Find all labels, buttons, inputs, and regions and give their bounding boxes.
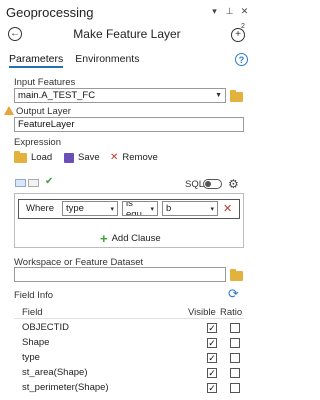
input-features-combobox[interactable]: main.A_TEST_FC ▼ — [14, 88, 226, 103]
save-icon — [64, 152, 74, 163]
ratio-checkbox[interactable] — [230, 353, 240, 363]
chevron-down-icon: ▾ — [210, 205, 214, 213]
remove-button[interactable]: ✕ Remove — [110, 152, 158, 163]
visible-checkbox[interactable]: ✓ — [207, 338, 217, 348]
title-bar-controls: ▾ ⊥ ✕ — [209, 6, 250, 17]
operator-select[interactable]: is equ ▾ — [122, 201, 158, 216]
tab-bar: Parameters Environments — [9, 53, 139, 68]
chevron-down-icon: ▾ — [110, 205, 114, 213]
field-column-header: Field — [22, 307, 43, 318]
ratio-column-header: Ratio — [220, 307, 243, 318]
field-select[interactable]: type ▾ — [62, 201, 118, 216]
tab-parameters[interactable]: Parameters — [9, 53, 64, 68]
input-features-value: main.A_TEST_FC — [18, 90, 96, 101]
folder-icon[interactable] — [230, 90, 243, 102]
load-folder-icon — [14, 150, 27, 163]
ratio-checkbox[interactable] — [230, 323, 240, 333]
ratio-checkbox[interactable] — [230, 383, 240, 393]
visible-checkbox[interactable]: ✓ — [207, 323, 217, 333]
help-icon[interactable]: ? — [235, 53, 248, 66]
field-row-name: st_area(Shape) — [22, 367, 88, 378]
field-row-name: Shape — [22, 337, 50, 348]
field-row-name: st_perimeter(Shape) — [22, 382, 109, 393]
header-divider — [14, 318, 244, 319]
remove-icon: ✕ — [110, 152, 119, 163]
field-info-label: Field Info — [14, 290, 54, 301]
where-label: Where — [26, 203, 54, 214]
visible-checkbox[interactable]: ✓ — [207, 353, 217, 363]
pin-icon[interactable]: ⊥ — [224, 6, 235, 17]
expression-label: Expression — [14, 137, 61, 148]
add-icon[interactable]: + — [231, 28, 245, 42]
ratio-checkbox[interactable] — [230, 368, 240, 378]
visible-checkbox[interactable]: ✓ — [207, 368, 217, 378]
tool-title: Make Feature Layer — [73, 27, 181, 41]
add-badge: 2 — [241, 23, 245, 30]
load-button[interactable]: Load — [14, 150, 52, 163]
chevron-down-icon: ▾ — [150, 205, 154, 213]
add-clause-button[interactable]: + Add Clause — [100, 231, 161, 246]
output-layer-label: Output Layer — [16, 106, 71, 117]
refresh-icon[interactable]: ⟳ — [228, 286, 239, 302]
output-layer-value: FeatureLayer — [18, 119, 75, 130]
plus-icon: + — [100, 231, 108, 246]
ratio-checkbox[interactable] — [230, 338, 240, 348]
workspace-field[interactable] — [14, 267, 226, 282]
sql-toggle[interactable] — [203, 179, 222, 189]
visible-column-header: Visible — [188, 307, 216, 318]
tab-environments[interactable]: Environments — [75, 53, 139, 68]
sql-mode-icon[interactable] — [28, 179, 39, 187]
dropdown-icon[interactable]: ▾ — [209, 6, 220, 17]
field-row-name: OBJECTID — [22, 322, 69, 333]
workspace-folder-icon[interactable] — [230, 269, 243, 281]
close-icon[interactable]: ✕ — [239, 6, 250, 17]
field-row-name: type — [22, 352, 40, 363]
save-button[interactable]: Save — [64, 152, 100, 163]
sql-label: SQL — [185, 179, 205, 190]
visible-checkbox[interactable]: ✓ — [207, 383, 217, 393]
pane-title: Geoprocessing — [6, 5, 94, 20]
value-select[interactable]: b ▾ — [162, 201, 218, 216]
warning-icon — [4, 106, 14, 115]
input-features-label: Input Features — [14, 77, 76, 88]
delete-clause-icon[interactable]: ✕ — [223, 202, 232, 215]
chevron-down-icon[interactable]: ▼ — [215, 92, 222, 99]
validate-check-icon[interactable]: ✔ — [45, 176, 53, 187]
output-layer-field[interactable]: FeatureLayer — [14, 117, 244, 132]
gear-icon[interactable]: ⚙ — [228, 177, 239, 191]
clause-mode-icon[interactable] — [15, 179, 26, 187]
